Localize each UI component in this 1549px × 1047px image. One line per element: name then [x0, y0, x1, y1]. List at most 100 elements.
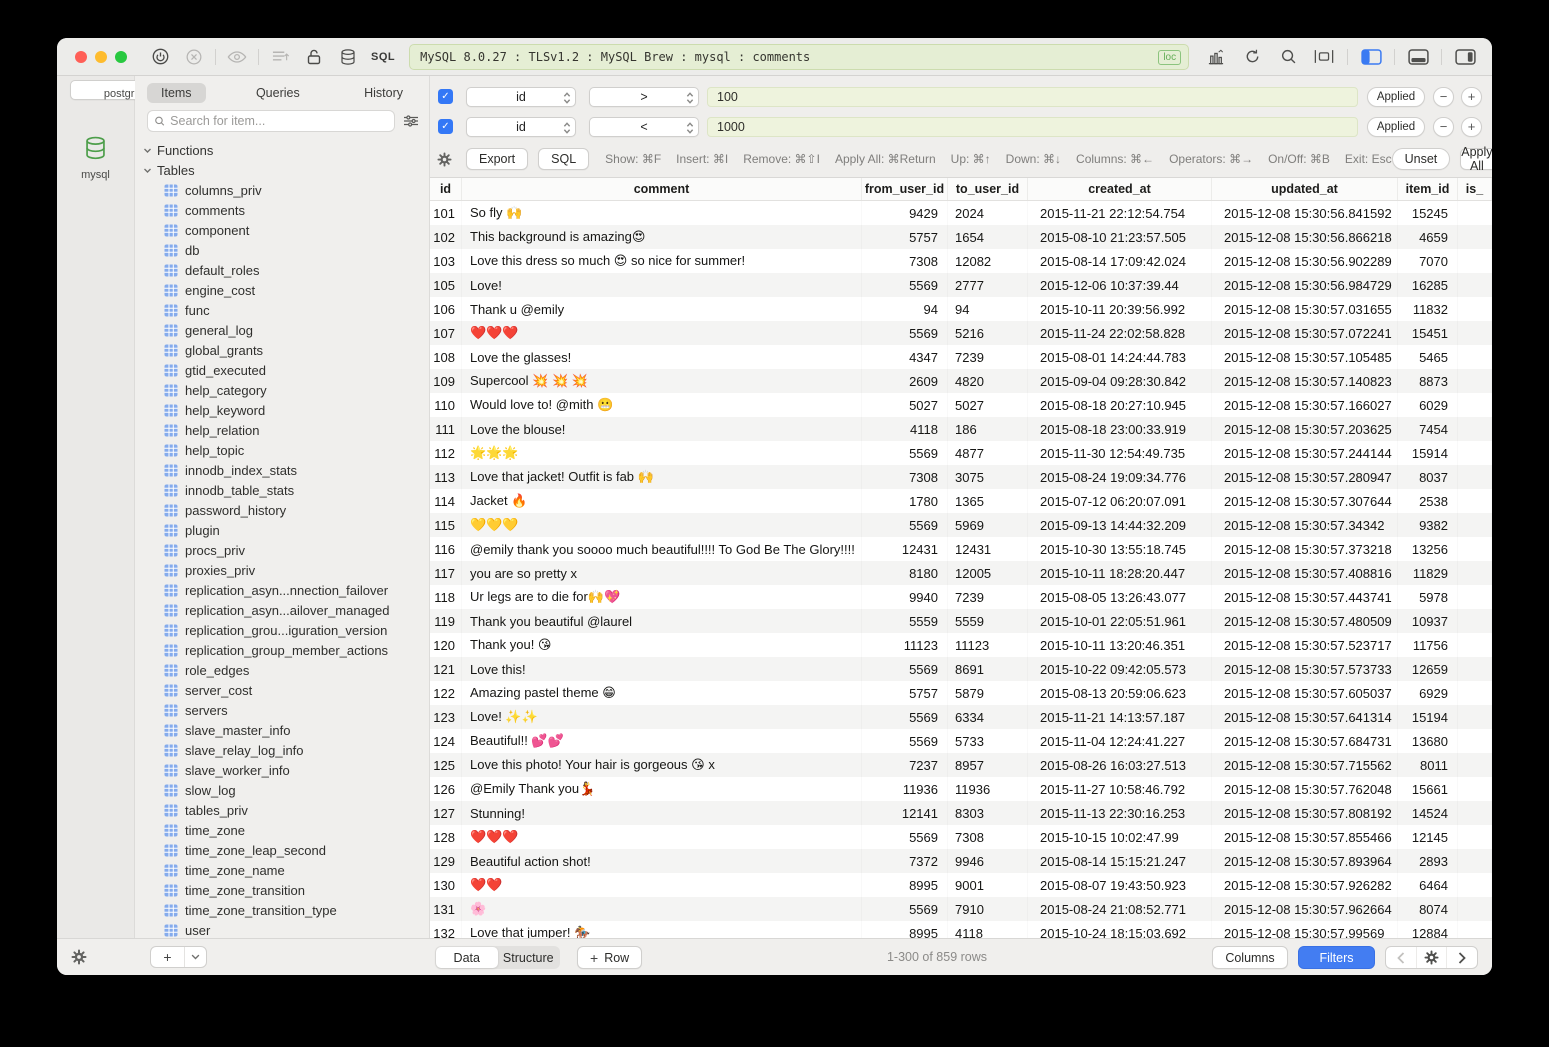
table-cell-from_user_id[interactable]: 94 — [862, 297, 948, 321]
table-cell-item_id[interactable]: 8037 — [1398, 465, 1458, 489]
table-cell-id[interactable]: 126 — [430, 777, 462, 801]
table-cell-from_user_id[interactable]: 5559 — [862, 609, 948, 633]
zoom-window-button[interactable] — [115, 51, 127, 63]
applied-button[interactable]: Applied — [1367, 117, 1425, 137]
table-cell-created_at[interactable]: 2015-09-04 09:28:30.842 — [1028, 369, 1212, 393]
table-cell-is[interactable] — [1458, 705, 1492, 729]
table-cell-item_id[interactable]: 11756 — [1398, 633, 1458, 657]
table-cell-item_id[interactable]: 9382 — [1398, 513, 1458, 537]
sidebar-table-item[interactable]: gtid_executed — [135, 360, 429, 380]
table-cell-is[interactable] — [1458, 681, 1492, 705]
add-row-button[interactable]: + Row — [577, 946, 642, 969]
table-cell-to_user_id[interactable]: 4820 — [948, 369, 1028, 393]
sidebar-table-item[interactable]: role_edges — [135, 660, 429, 680]
table-cell-item_id[interactable]: 11829 — [1398, 561, 1458, 585]
table-cell-comment[interactable]: Beautiful!! 💕💕 — [462, 729, 862, 753]
lock-icon[interactable] — [297, 45, 331, 69]
table-cell-updated_at[interactable]: 2015-12-08 15:30:57.072241 — [1212, 321, 1398, 345]
table-cell-is[interactable] — [1458, 201, 1492, 225]
table-cell-created_at[interactable]: 2015-10-30 13:55:18.745 — [1028, 537, 1212, 561]
table-cell-updated_at[interactable]: 2015-12-08 15:30:57.808192 — [1212, 801, 1398, 825]
sidebar-table-item[interactable]: password_history — [135, 500, 429, 520]
sidebar-table-item[interactable]: innodb_table_stats — [135, 480, 429, 500]
column-header-comment[interactable]: comment — [462, 178, 862, 200]
table-cell-from_user_id[interactable]: 5569 — [862, 441, 948, 465]
table-cell-created_at[interactable]: 2015-08-07 19:43:50.923 — [1028, 873, 1212, 897]
table-cell-from_user_id[interactable]: 5027 — [862, 393, 948, 417]
table-cell-from_user_id[interactable]: 1780 — [862, 489, 948, 513]
search-icon[interactable] — [1271, 45, 1305, 69]
table-cell-item_id[interactable]: 13680 — [1398, 729, 1458, 753]
table-cell-to_user_id[interactable]: 5879 — [948, 681, 1028, 705]
table-row[interactable]: 103Love this dress so much 😍 so nice for… — [430, 249, 1492, 273]
table-cell-item_id[interactable]: 15194 — [1398, 705, 1458, 729]
sidebar-table-item[interactable]: time_zone_transition — [135, 880, 429, 900]
table-cell-item_id[interactable]: 7454 — [1398, 417, 1458, 441]
table-cell-to_user_id[interactable]: 7910 — [948, 897, 1028, 921]
table-cell-created_at[interactable]: 2015-12-06 10:37:39.44 — [1028, 273, 1212, 297]
table-cell-id[interactable]: 112 — [430, 441, 462, 465]
table-cell-id[interactable]: 118 — [430, 585, 462, 609]
sidebar-table-item[interactable]: db — [135, 240, 429, 260]
table-cell-id[interactable]: 111 — [430, 417, 462, 441]
table-cell-is[interactable] — [1458, 273, 1492, 297]
table-cell-to_user_id[interactable]: 5733 — [948, 729, 1028, 753]
table-cell-updated_at[interactable]: 2015-12-08 15:30:57.962664 — [1212, 897, 1398, 921]
table-cell-created_at[interactable]: 2015-08-13 20:59:06.623 — [1028, 681, 1212, 705]
tab-structure[interactable]: Structure — [498, 947, 560, 968]
table-cell-updated_at[interactable]: 2015-12-08 15:30:57.443741 — [1212, 585, 1398, 609]
table-cell-is[interactable] — [1458, 897, 1492, 921]
table-cell-is[interactable] — [1458, 753, 1492, 777]
column-header-created_at[interactable]: created_at — [1028, 178, 1212, 200]
table-cell-from_user_id[interactable]: 2609 — [862, 369, 948, 393]
table-row[interactable]: 117you are so pretty x8180120052015-10-1… — [430, 561, 1492, 585]
table-cell-is[interactable] — [1458, 345, 1492, 369]
table-cell-created_at[interactable]: 2015-11-04 12:24:41.227 — [1028, 729, 1212, 753]
table-cell-id[interactable]: 119 — [430, 609, 462, 633]
table-cell-comment[interactable]: ❤️❤️ — [462, 873, 862, 897]
table-cell-id[interactable]: 101 — [430, 201, 462, 225]
table-cell-id[interactable]: 129 — [430, 849, 462, 873]
table-cell-id[interactable]: 120 — [430, 633, 462, 657]
page-settings-gear-icon[interactable] — [1416, 947, 1447, 968]
stats-chart-icon[interactable] — [1199, 45, 1233, 69]
table-cell-from_user_id[interactable]: 5569 — [862, 897, 948, 921]
table-cell-id[interactable]: 106 — [430, 297, 462, 321]
table-cell-is[interactable] — [1458, 225, 1492, 249]
table-cell-is[interactable] — [1458, 417, 1492, 441]
table-cell-updated_at[interactable]: 2015-12-08 15:30:57.715562 — [1212, 753, 1398, 777]
sidebar-table-item[interactable]: default_roles — [135, 260, 429, 280]
toggle-right-panel-icon[interactable] — [1448, 45, 1482, 69]
sidebar-table-item[interactable]: help_relation — [135, 420, 429, 440]
table-cell-created_at[interactable]: 2015-10-01 22:05:51.961 — [1028, 609, 1212, 633]
table-cell-to_user_id[interactable]: 2777 — [948, 273, 1028, 297]
table-row[interactable]: 102This background is amazing😍5757165420… — [430, 225, 1492, 249]
sidebar-table-item[interactable]: proxies_priv — [135, 560, 429, 580]
table-cell-item_id[interactable]: 12145 — [1398, 825, 1458, 849]
sidebar-table-item[interactable]: tables_priv — [135, 800, 429, 820]
table-cell-to_user_id[interactable]: 12431 — [948, 537, 1028, 561]
column-header-to_user_id[interactable]: to_user_id — [948, 178, 1028, 200]
table-cell-from_user_id[interactable]: 5569 — [862, 657, 948, 681]
sidebar-table-item[interactable]: columns_priv — [135, 180, 429, 200]
table-cell-created_at[interactable]: 2015-09-13 14:44:32.209 — [1028, 513, 1212, 537]
table-cell-item_id[interactable]: 6929 — [1398, 681, 1458, 705]
table-cell-item_id[interactable]: 12659 — [1398, 657, 1458, 681]
preview-eye-icon[interactable] — [220, 45, 254, 69]
table-row[interactable]: 124Beautiful!! 💕💕556957332015-11-04 12:2… — [430, 729, 1492, 753]
table-cell-to_user_id[interactable]: 5559 — [948, 609, 1028, 633]
table-cell-updated_at[interactable]: 2015-12-08 15:30:57.307644 — [1212, 489, 1398, 513]
table-cell-created_at[interactable]: 2015-07-12 06:20:07.091 — [1028, 489, 1212, 513]
table-cell-id[interactable]: 114 — [430, 489, 462, 513]
table-cell-comment[interactable]: So fly 🙌 — [462, 201, 862, 225]
table-row[interactable]: 110Would love to! @mith 😬502750272015-08… — [430, 393, 1492, 417]
table-cell-comment[interactable]: Love! — [462, 273, 862, 297]
table-cell-updated_at[interactable]: 2015-12-08 15:30:57.762048 — [1212, 777, 1398, 801]
refresh-icon[interactable] — [1235, 45, 1269, 69]
filter-sliders-icon[interactable] — [403, 114, 419, 128]
table-cell-to_user_id[interactable]: 2024 — [948, 201, 1028, 225]
add-filter-button[interactable]: + — [1461, 117, 1482, 137]
table-cell-id[interactable]: 110 — [430, 393, 462, 417]
table-cell-item_id[interactable]: 2893 — [1398, 849, 1458, 873]
connection-icon[interactable] — [143, 45, 177, 69]
